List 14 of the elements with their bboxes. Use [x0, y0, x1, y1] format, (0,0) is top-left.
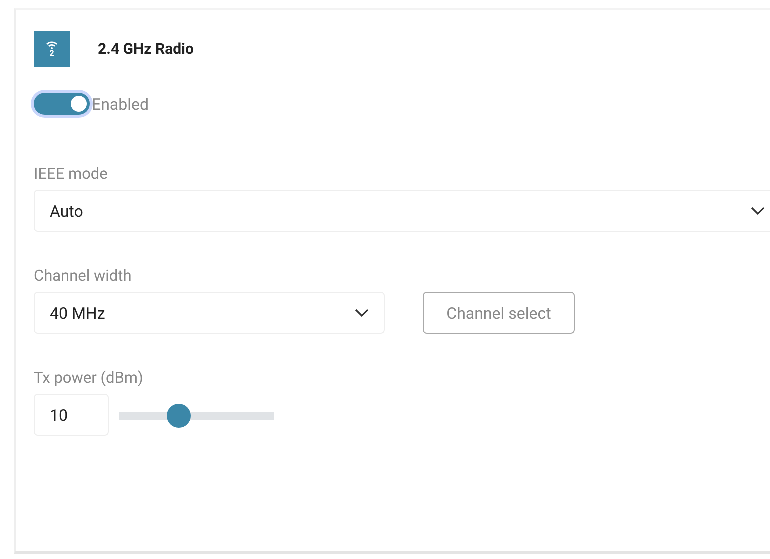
tx-power-input[interactable]: 10 [34, 394, 109, 436]
field-label: Channel width [34, 267, 133, 285]
channel-select-button[interactable]: Channel select [423, 292, 575, 334]
enabled-toggle[interactable] [34, 93, 90, 115]
channel-width-dropdown[interactable]: 40 MHz [34, 292, 385, 334]
ieee-mode-dropdown[interactable]: Auto [34, 190, 770, 232]
slider-thumb[interactable] [167, 404, 192, 428]
chevron-down-icon [355, 309, 369, 317]
toggle-label: Enabled [92, 94, 150, 114]
chevron-down-icon [751, 207, 765, 215]
radio-title: 2.4 GHz Radio [98, 40, 194, 58]
field-label: IEEE mode [34, 165, 109, 183]
field-label: Tx power (dBm) [34, 369, 144, 387]
wifi-icon: 2 [34, 31, 70, 67]
